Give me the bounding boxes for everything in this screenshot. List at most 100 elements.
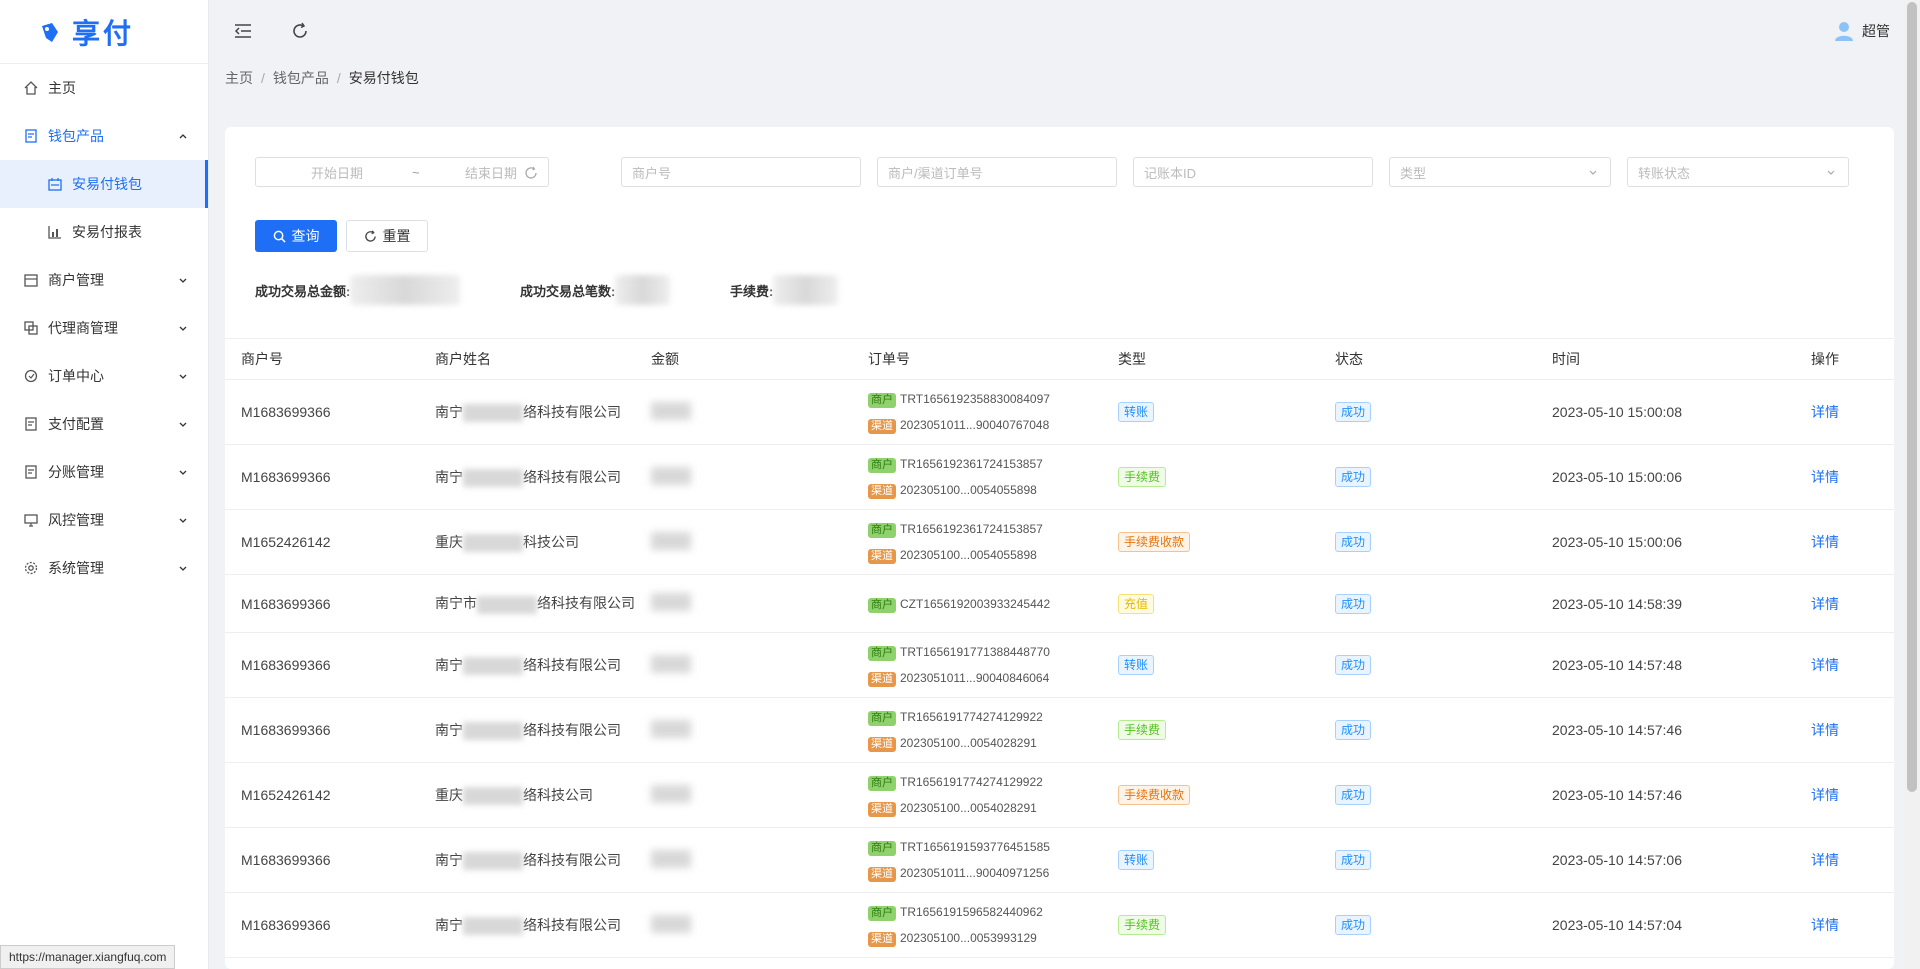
- logo-icon: [42, 22, 58, 42]
- query-button[interactable]: 查询: [255, 220, 337, 252]
- sidebar-item-split-mgmt[interactable]: 分账管理: [0, 448, 208, 496]
- detail-link[interactable]: 详情: [1811, 722, 1839, 738]
- cell-status: 成功: [1334, 892, 1551, 958]
- amount-redacted: [651, 914, 691, 933]
- calendar-icon: [48, 178, 62, 191]
- type-badge: 转账: [1118, 655, 1155, 675]
- sidebar-item-label: 订单中心: [48, 368, 104, 384]
- sidebar-item-anyifu-wallet[interactable]: 安易付钱包: [0, 160, 208, 208]
- sidebar-item-agent-mgmt[interactable]: 代理商管理: [0, 304, 208, 352]
- collapse-menu-icon[interactable]: [232, 20, 254, 42]
- merchant-order-no: CZT1656192003933245442: [900, 596, 1051, 611]
- clear-date-icon[interactable]: [524, 166, 538, 180]
- cell-merchant-no: M1683699366: [225, 892, 434, 958]
- merchant-order: 商户 TR1656192361724153857: [868, 451, 1116, 477]
- cell-status: 成功: [1334, 632, 1551, 698]
- status-badge: 成功: [1335, 593, 1372, 614]
- type-select[interactable]: 类型: [1389, 157, 1611, 187]
- channel-order: 渠道 202305100...0054055898: [868, 542, 1116, 568]
- cell-status: 成功: [1334, 444, 1551, 510]
- sidebar-item-label: 代理商管理: [48, 320, 118, 336]
- sidebar-item-home[interactable]: 主页: [0, 64, 208, 112]
- merchant-name-suffix: 络科技公司: [523, 786, 593, 803]
- merchant-no-input[interactable]: 商户号: [621, 157, 861, 187]
- search-icon: [273, 230, 286, 243]
- table-row: M1683699366 南宁 络科技有限公司 商户 TR16561915965824…: [225, 892, 1894, 958]
- cell-order-no: 商户 TR1656191774274129922 渠道 202305100...00…: [867, 762, 1117, 828]
- reset-icon: [364, 229, 376, 242]
- detail-link[interactable]: 详情: [1811, 596, 1839, 612]
- merchant-name-suffix: 络科技有限公司: [523, 403, 621, 420]
- sidebar: 享付 主页 钱包产品 安易付钱包 安易付报表 商户管理 代理商管理 订单中心 支…: [0, 0, 209, 969]
- total-count-label: 成功交易总笔数:: [520, 283, 616, 299]
- fee-label: 手续费:: [730, 283, 774, 299]
- cell-time: 2023-05-10 15:00:06: [1551, 444, 1810, 510]
- merchant-tag: 商户: [868, 776, 896, 791]
- sidebar-item-payment-config[interactable]: 支付配置: [0, 400, 208, 448]
- sidebar-item-label: 支付配置: [48, 416, 104, 432]
- cell-merchant-name: 南宁 络科技有限公司: [434, 632, 650, 698]
- cell-time: 2023-05-10 15:00:08: [1551, 379, 1810, 445]
- end-date-input[interactable]: 结束日期: [465, 163, 517, 182]
- cell-amount: [650, 509, 867, 575]
- merchant-name-redacted: [463, 722, 523, 741]
- amount-redacted: [651, 531, 691, 550]
- status-badge: 成功: [1335, 467, 1372, 487]
- status-badge: 成功: [1335, 402, 1372, 422]
- cell-order-no: 商户 TR1656191774274129922 渠道 202305100...00…: [867, 697, 1117, 763]
- cell-merchant-no: M1652426142: [225, 762, 434, 828]
- amount-redacted: [651, 849, 691, 868]
- date-range-picker[interactable]: 开始日期 ~ 结束日期: [255, 157, 549, 187]
- sidebar-item-order-center[interactable]: 订单中心: [0, 352, 208, 400]
- store-icon: [24, 274, 38, 287]
- type-badge: 手续费: [1118, 720, 1167, 740]
- cell-merchant-no: M1683699366: [225, 827, 434, 893]
- transfer-status-select[interactable]: 转账状态: [1627, 157, 1849, 187]
- channel-order-no: 202305100...0054028291: [900, 736, 1037, 750]
- breadcrumb-wallet-products[interactable]: 钱包产品: [273, 70, 329, 86]
- sidebar-item-anyifu-report[interactable]: 安易付报表: [0, 208, 208, 256]
- merchant-name-redacted: [463, 787, 523, 806]
- detail-link[interactable]: 详情: [1811, 657, 1839, 673]
- logo[interactable]: 享付: [0, 0, 208, 64]
- start-date-input[interactable]: 开始日期: [311, 163, 363, 182]
- cell-action: 详情: [1810, 574, 1894, 633]
- ledger-id-input[interactable]: 记账本ID: [1133, 157, 1373, 187]
- detail-link[interactable]: 详情: [1811, 917, 1839, 933]
- detail-link[interactable]: 详情: [1811, 469, 1839, 485]
- chevron-down-icon: [179, 326, 187, 331]
- channel-tag: 渠道: [868, 802, 896, 817]
- sidebar-item-merchant-mgmt[interactable]: 商户管理: [0, 256, 208, 304]
- sidebar-item-system-mgmt[interactable]: 系统管理: [0, 544, 208, 592]
- cell-status: 成功: [1334, 827, 1551, 893]
- sidebar-item-risk-mgmt[interactable]: 风控管理: [0, 496, 208, 544]
- cell-time: 2023-05-10 14:57:48: [1551, 632, 1810, 698]
- cell-order-no: 商户 TRT1656192358830084097 渠道 2023051011...…: [867, 379, 1117, 445]
- detail-link[interactable]: 详情: [1811, 787, 1839, 803]
- cell-order-no: 商户 CZT1656192003933245442: [867, 574, 1117, 633]
- refresh-icon[interactable]: [289, 20, 311, 42]
- detail-link[interactable]: 详情: [1811, 534, 1839, 550]
- scrollbar[interactable]: [1904, 0, 1920, 969]
- sidebar-item-label: 风控管理: [48, 512, 104, 528]
- detail-link[interactable]: 详情: [1811, 852, 1839, 868]
- order-no-input[interactable]: 商户/渠道订单号: [877, 157, 1117, 187]
- type-select-placeholder: 类型: [1400, 165, 1427, 181]
- breadcrumb-separator: /: [261, 70, 265, 86]
- cell-amount: [650, 444, 867, 510]
- breadcrumb-home[interactable]: 主页: [225, 70, 253, 86]
- cell-merchant-name: 南宁 络科技有限公司: [434, 379, 650, 445]
- cell-action: 详情: [1810, 379, 1894, 445]
- reset-button[interactable]: 重置: [346, 220, 428, 252]
- amount-redacted: [651, 719, 691, 738]
- sidebar-item-wallet-products[interactable]: 钱包产品: [0, 112, 208, 160]
- merchant-name-suffix: 络科技有限公司: [523, 851, 621, 868]
- user-menu[interactable]: 超管: [1834, 20, 1890, 42]
- scrollbar-thumb[interactable]: [1907, 2, 1917, 792]
- table-row: M1683699366 南宁 络科技有限公司 商户 TRT1656191593776…: [225, 827, 1894, 893]
- table-row: M1652426142 重庆 科技公司 商户 TR16561923617241538…: [225, 509, 1894, 575]
- chevron-down-icon: [179, 566, 187, 571]
- detail-link[interactable]: 详情: [1811, 404, 1839, 420]
- status-bar-url: https://manager.xiangfuq.com: [0, 945, 176, 969]
- cell-merchant-no: M1683699366: [225, 379, 434, 445]
